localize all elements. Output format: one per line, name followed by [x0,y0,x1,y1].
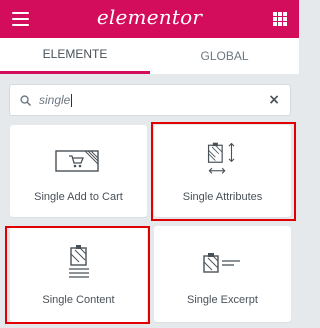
attributes-icon [207,142,235,174]
top-bar: elementor [0,0,299,38]
widget-single-add-to-cart[interactable]: Single Add to Cart [10,125,147,217]
search-box: single × [9,84,291,116]
tab-elements[interactable]: ELEMENTE [0,38,150,74]
widget-label: Single Content [42,294,115,306]
search-icon [20,95,31,106]
search-input[interactable]: single [39,85,239,115]
tab-global[interactable]: GLOBAL [150,38,299,74]
add-to-cart-icon [55,150,99,172]
clear-search-icon[interactable]: × [268,93,280,107]
widget-label: Single Attributes [182,191,263,203]
widget-single-attributes[interactable]: Single Attributes [154,125,291,217]
widget-single-excerpt[interactable]: Single Excerpt [154,226,291,322]
excerpt-icon [203,253,240,273]
content-icon [69,245,89,278]
widget-label: Single Add to Cart [34,191,123,203]
widget-single-content[interactable]: Single Content [10,226,147,322]
elementor-logo: elementor [96,5,203,29]
panel-tabs: ELEMENTE GLOBAL [0,38,299,74]
text-caret [71,94,73,108]
search-input-value: single [39,93,71,107]
widget-label: Single Excerpt [187,294,258,306]
grid-apps-icon[interactable] [273,12,287,26]
